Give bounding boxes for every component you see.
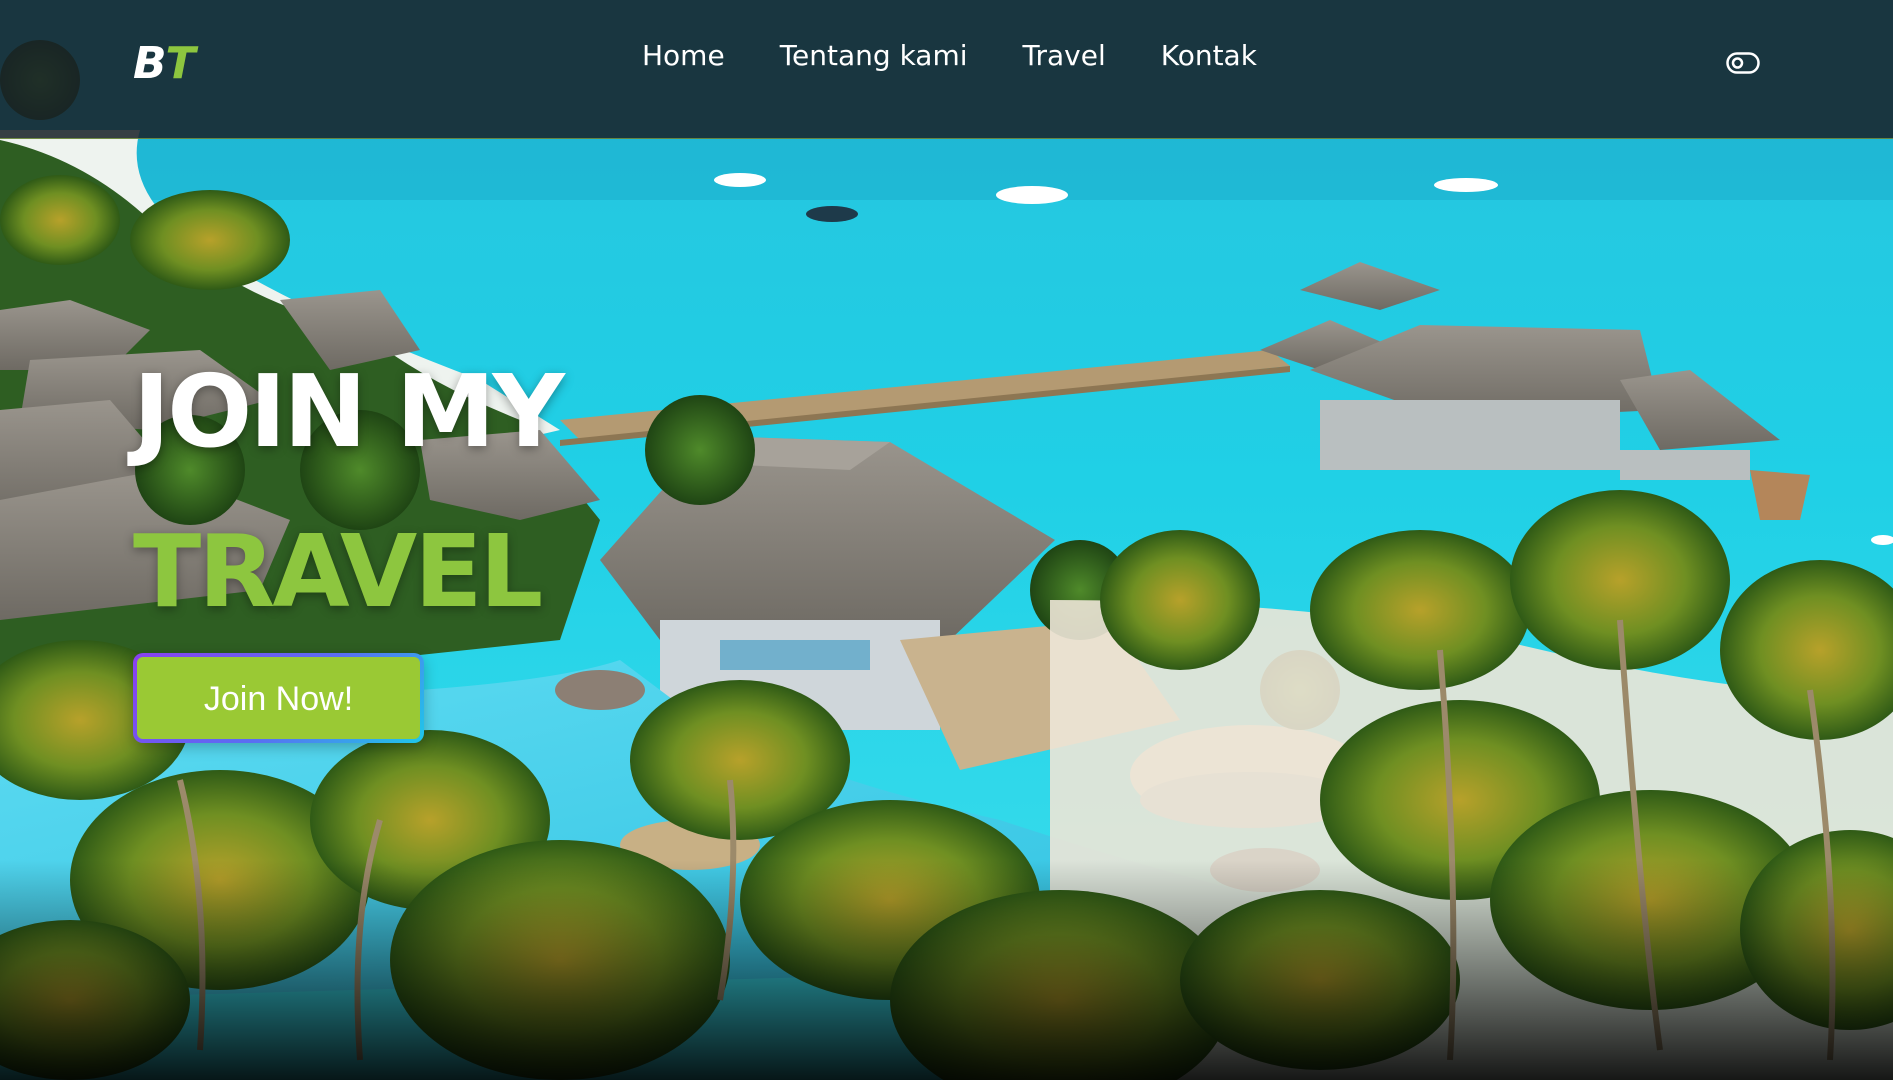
main-nav: Home Tentang kami Travel Kontak	[642, 38, 1257, 74]
theme-toggle-button[interactable]	[1726, 52, 1760, 74]
nav-link-home[interactable]: Home	[642, 38, 725, 74]
top-navbar: BT Home Tentang kami Travel Kontak	[0, 0, 1893, 139]
brand-logo[interactable]: BT	[133, 42, 196, 86]
nav-link-kontak[interactable]: Kontak	[1161, 38, 1257, 74]
hero-title-line-1: JOIN MY	[133, 353, 565, 470]
nav-link-tentang-kami[interactable]: Tentang kami	[780, 38, 968, 74]
join-now-button[interactable]: Join Now!	[133, 653, 424, 743]
nav-link-travel[interactable]: Travel	[1023, 38, 1106, 74]
logo-letter-b: B	[133, 38, 167, 89]
hero-title-line-2: TRAVEL	[133, 513, 543, 630]
logo-letter-t: T	[165, 38, 196, 89]
hero-section: BT Home Tentang kami Travel Kontak JOIN …	[0, 0, 1893, 1080]
theme-toggle-icon	[1726, 52, 1760, 74]
